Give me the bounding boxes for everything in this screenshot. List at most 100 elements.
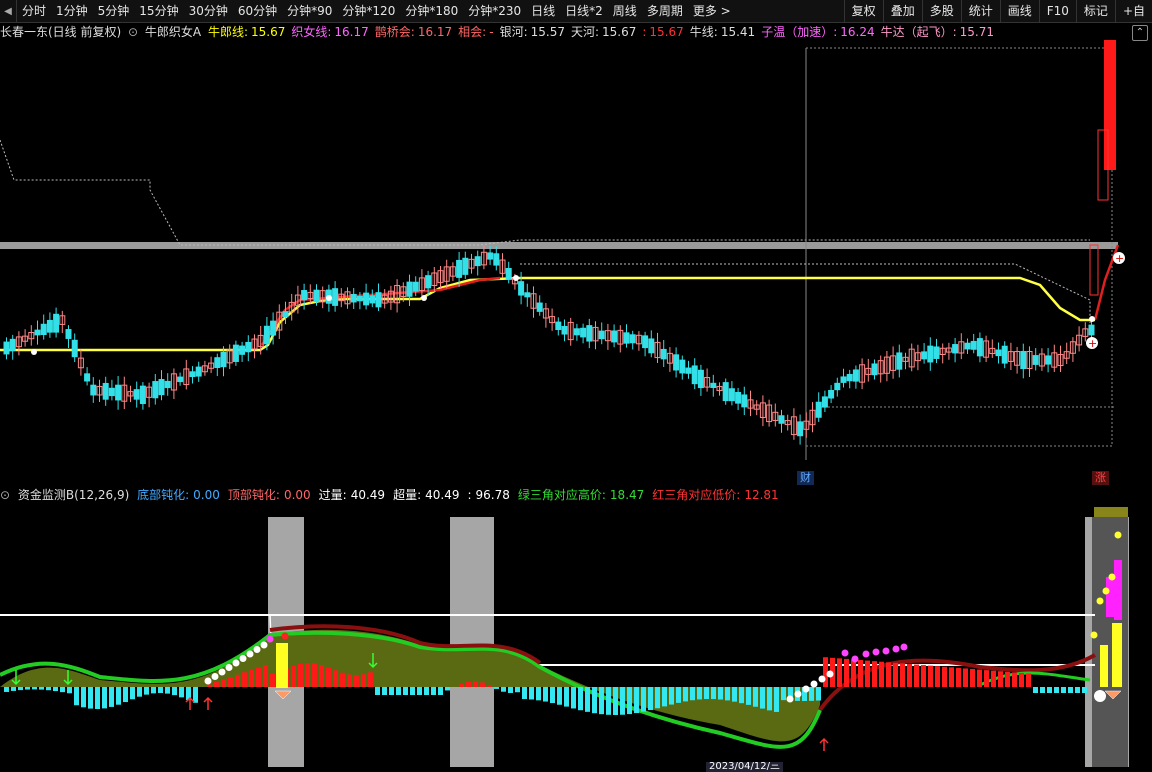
indicator-field: 绿三角对应高价: 18.47 xyxy=(518,488,648,502)
magenta-signal-dot xyxy=(872,648,880,656)
magenta-signal-dot xyxy=(266,635,274,643)
histogram-bar xyxy=(1040,687,1045,693)
histogram-bar xyxy=(403,687,408,695)
candle-body xyxy=(611,330,618,343)
histogram-bar xyxy=(697,687,702,700)
white-signal-dot xyxy=(246,650,254,658)
histogram-bar xyxy=(53,687,58,692)
limit-up-marker[interactable]: 涨 xyxy=(1092,471,1109,485)
candle-body xyxy=(648,338,655,354)
histogram-bar xyxy=(347,674,352,687)
histogram-bar xyxy=(109,687,114,707)
signal-dot xyxy=(513,275,519,281)
candle-body xyxy=(598,330,605,340)
toolbar-scroll-left-button[interactable]: ◀ xyxy=(0,0,17,22)
histogram-bar xyxy=(900,663,905,687)
candle-body xyxy=(133,389,140,400)
histogram-bar xyxy=(123,687,128,703)
main-indicator-name[interactable]: 牛郎织女A xyxy=(145,25,201,39)
f10-button[interactable]: F10 xyxy=(1038,0,1076,22)
finance-marker[interactable]: 财 xyxy=(797,471,814,485)
indicator-field: 相会: - xyxy=(458,25,496,39)
period-tab-230min[interactable]: 分钟*230 xyxy=(463,0,526,22)
candle-body xyxy=(778,415,785,424)
period-tab-weekly[interactable]: 周线 xyxy=(608,0,642,22)
period-tab-15min[interactable]: 15分钟 xyxy=(134,0,183,22)
histogram-bar xyxy=(774,687,779,712)
collapse-panel-button[interactable]: ⌃ xyxy=(1132,25,1148,41)
white-signal-dot xyxy=(826,670,834,678)
histogram-bar xyxy=(81,687,86,708)
yellow-signal-dot xyxy=(1114,531,1122,539)
candle-body xyxy=(363,292,370,306)
histogram-bar xyxy=(620,687,625,715)
histogram-bar xyxy=(326,667,331,687)
mark-button[interactable]: 标记 xyxy=(1075,0,1115,22)
white-signal-dot xyxy=(211,673,219,680)
indicator-field: 银河: 15.57 xyxy=(500,25,568,39)
custom-add-button[interactable]: +自 xyxy=(1114,0,1152,22)
histogram-bar xyxy=(1026,673,1031,687)
period-tab-fenshi[interactable]: 分时 xyxy=(17,0,51,22)
histogram-bar xyxy=(585,687,590,712)
histogram-bar xyxy=(291,665,296,687)
period-tab-multi[interactable]: 多周期 xyxy=(642,0,688,22)
histogram-bar xyxy=(732,687,737,702)
red-signal-dot xyxy=(281,632,289,640)
period-tab-90min[interactable]: 分钟*90 xyxy=(282,0,337,22)
candle-body xyxy=(821,396,828,408)
stock-title[interactable]: 长春一东(日线 前复权) xyxy=(0,25,121,39)
histogram-bar xyxy=(942,666,947,687)
period-tab-daily[interactable]: 日线 xyxy=(526,0,560,22)
candle-body xyxy=(573,328,580,336)
kline-chart[interactable]: ++ xyxy=(0,40,1152,486)
candle-body xyxy=(660,348,667,360)
candle-body xyxy=(679,359,686,374)
candle-body xyxy=(263,325,270,345)
fuquan-button[interactable]: 复权 xyxy=(843,0,883,22)
signal-dot xyxy=(31,349,37,355)
period-tab-120min[interactable]: 分钟*120 xyxy=(337,0,400,22)
histogram-bar xyxy=(214,682,219,687)
histogram-bar xyxy=(1082,687,1087,693)
period-tab-60min[interactable]: 60分钟 xyxy=(233,0,282,22)
histogram-bar xyxy=(956,667,961,687)
candle-body xyxy=(524,292,531,298)
period-tab-30min[interactable]: 30分钟 xyxy=(184,0,233,22)
magenta-bar xyxy=(1114,560,1122,620)
histogram-bar xyxy=(1019,672,1024,687)
period-tab-1min[interactable]: 1分钟 xyxy=(51,0,93,22)
period-tab-180min[interactable]: 分钟*180 xyxy=(400,0,463,22)
candle-body xyxy=(270,320,277,336)
multi-stock-button[interactable]: 多股 xyxy=(921,0,961,22)
statistics-button[interactable]: 统计 xyxy=(960,0,1000,22)
histogram-bar xyxy=(375,687,380,695)
candle-body xyxy=(406,281,413,297)
indicator-field: :96.78 xyxy=(467,488,513,502)
indicator-field-label: 子温（加速）: xyxy=(761,25,838,39)
indicator-field-label: 相会: xyxy=(458,25,487,39)
overlay-button[interactable]: 叠加 xyxy=(882,0,922,22)
indicator-field-value: - xyxy=(489,25,494,39)
sub-indicator-icon[interactable]: ⊙ xyxy=(0,488,10,502)
period-tab-more[interactable]: 更多 > xyxy=(688,0,736,22)
indicator-dropdown-icon[interactable]: ⊙ xyxy=(128,25,138,39)
period-tab-daily-x2[interactable]: 日线*2 xyxy=(560,0,608,22)
magenta-bar xyxy=(1106,577,1114,617)
candle-body xyxy=(425,275,432,289)
histogram-bar xyxy=(179,687,184,698)
histogram-bar xyxy=(207,684,212,687)
indicator-field: 织女线: 16.17 xyxy=(291,25,371,39)
candle-body xyxy=(1088,324,1095,336)
sub-indicator-name[interactable]: 资金监测B(12,26,9) xyxy=(18,488,129,502)
histogram-bar xyxy=(354,674,359,687)
draw-line-button[interactable]: 画线 xyxy=(999,0,1039,22)
histogram-bar xyxy=(144,687,149,695)
histogram-bar xyxy=(711,687,716,700)
histogram-bar xyxy=(25,687,30,690)
candle-body xyxy=(580,327,587,338)
period-tab-5min[interactable]: 5分钟 xyxy=(93,0,135,22)
fund-monitor-chart[interactable] xyxy=(0,505,1152,767)
histogram-bar xyxy=(648,687,653,711)
candle-body xyxy=(71,339,78,358)
